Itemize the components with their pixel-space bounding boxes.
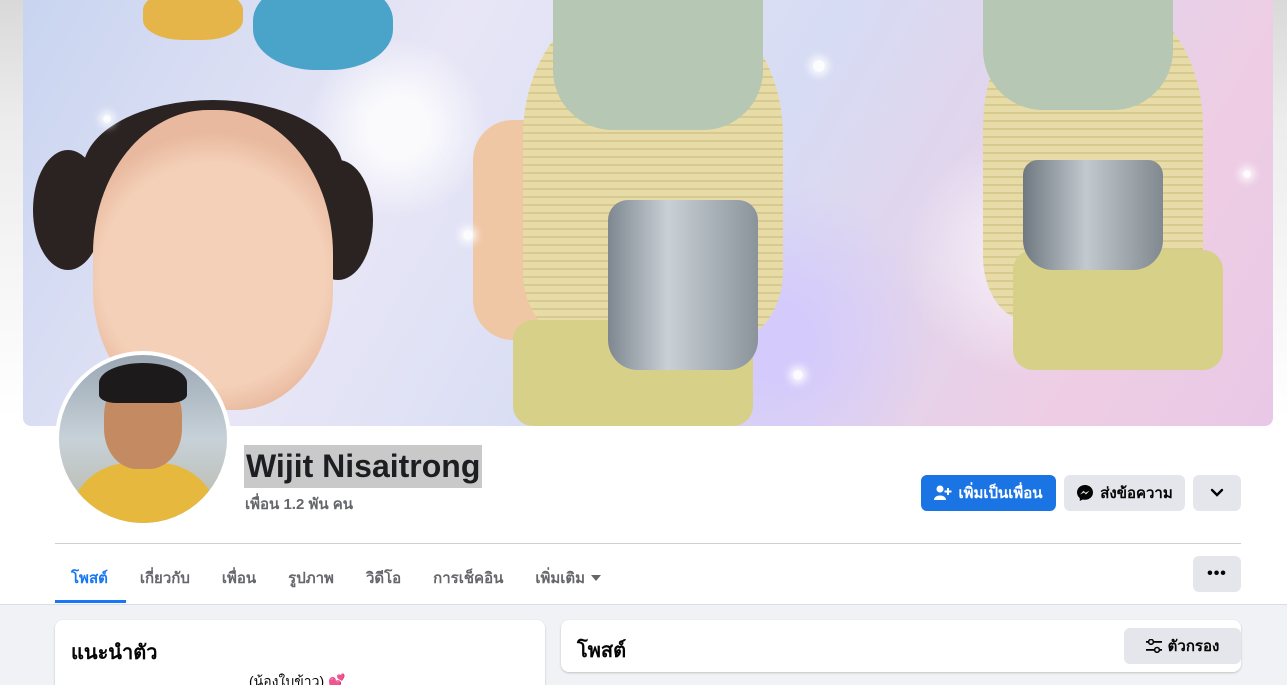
tab-label: วิดีโอ (365, 570, 402, 587)
tab-friends[interactable]: เพื่อน (206, 555, 272, 601)
tab-label: โพสต์ (71, 570, 108, 587)
cover-photo[interactable] (23, 0, 1273, 426)
add-friend-button[interactable]: เพิ่มเป็นเพื่อน (921, 475, 1056, 511)
filter-button[interactable]: ตัวกรอง (1124, 628, 1241, 664)
tab-label: การเช็คอิน (433, 570, 504, 587)
posts-title: โพสต์ (577, 640, 627, 662)
more-dots-icon: ••• (1207, 565, 1227, 582)
message-label: ส่งข้อความ (1100, 485, 1173, 502)
header-shadow (0, 604, 1287, 605)
cover-toy (143, 0, 243, 40)
tab-videos[interactable]: วิดีโอ (350, 555, 417, 601)
caret-down-icon (591, 575, 602, 581)
add-friend-icon (934, 485, 952, 500)
cover-sparkle (103, 115, 111, 123)
message-button[interactable]: ส่งข้อความ (1064, 475, 1185, 511)
cover-sparkle (813, 60, 825, 72)
filter-icon (1145, 639, 1162, 653)
cover-toy (253, 0, 393, 70)
header-divider (55, 543, 1241, 544)
profile-name: Wijit Nisaitrong (244, 445, 483, 488)
filter-label: ตัวกรอง (1167, 638, 1220, 655)
tab-label: เกี่ยวกับ (139, 570, 190, 587)
tab-label: รูปภาพ (288, 570, 334, 587)
add-friend-label: เพิ่มเป็นเพื่อน (958, 485, 1043, 502)
cover-sparkle (463, 230, 473, 240)
tab-label: เพื่อน (221, 570, 257, 587)
profile-more-button[interactable] (1193, 475, 1241, 511)
tab-more[interactable]: เพิ่มเติม (519, 555, 617, 601)
avatar-shirt (69, 463, 219, 523)
cover-kid-collar (983, 0, 1173, 110)
tab-posts[interactable]: โพสต์ (55, 555, 124, 601)
messenger-icon (1077, 485, 1094, 501)
intro-title: แนะนำตัว (71, 642, 158, 664)
posts-card: โพสต์ ตัวกรอง (561, 620, 1241, 672)
intro-card: แนะนำตัว (น้องใบข้าว) 💕 (55, 620, 545, 685)
cover-sparkle (793, 370, 803, 380)
avatar (59, 355, 227, 523)
active-tab-indicator (55, 600, 126, 603)
tabs-overflow-button[interactable]: ••• (1193, 556, 1241, 592)
tab-about[interactable]: เกี่ยวกับ (124, 555, 206, 601)
profile-picture[interactable] (55, 351, 231, 527)
cover-kid-collar (553, 0, 763, 130)
friends-count[interactable]: เพื่อน 1.2 พัน คน (245, 492, 353, 516)
tab-photos[interactable]: รูปภาพ (272, 555, 350, 601)
tab-label: เพิ่มเติม (535, 570, 586, 587)
profile-tabs: โพสต์ เกี่ยวกับ เพื่อน รูปภาพ วิดีโอ การ… (55, 555, 617, 605)
avatar-hair (99, 363, 187, 403)
intro-bio: (น้องใบข้าว) 💕 (249, 673, 346, 685)
chevron-down-icon (1210, 488, 1224, 497)
cover-cup (608, 200, 758, 370)
cover-sparkle (1243, 170, 1251, 178)
cover-cup (1023, 160, 1163, 270)
tab-checkins[interactable]: การเช็คอิน (417, 555, 519, 601)
